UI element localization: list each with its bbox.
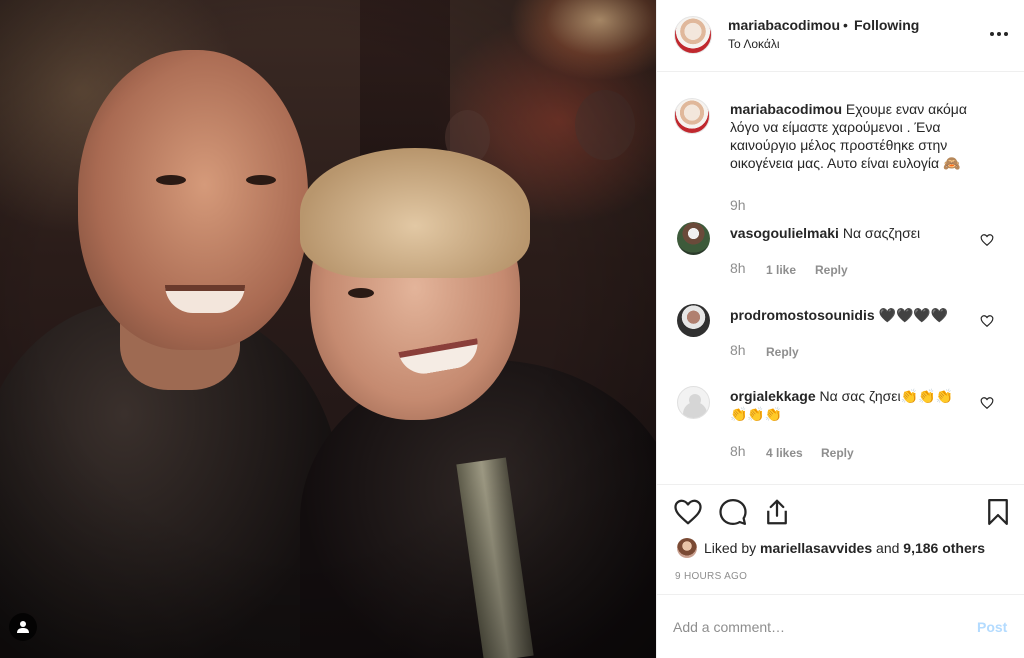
author-username[interactable]: mariabacodimou xyxy=(728,17,840,33)
comment-time[interactable]: 8h xyxy=(730,443,746,459)
photo-vignette xyxy=(0,0,656,658)
add-comment-input[interactable] xyxy=(673,613,963,641)
post-photo[interactable] xyxy=(0,0,656,658)
liked-by-text: Liked by mariellasavvides and 9,186 othe… xyxy=(704,540,985,556)
comments-list: mariabacodimou Εχουμε εναν ακόμα λόγο να… xyxy=(657,73,1024,483)
instagram-post-modal: mariabacodimou • Following Το Λοκάλι mar… xyxy=(0,0,1024,658)
liked-by-others[interactable]: 9,186 others xyxy=(903,540,985,556)
post-actions: Liked by mariellasavvides and 9,186 othe… xyxy=(657,484,1024,594)
comment-body: 🖤🖤🖤🖤 xyxy=(878,307,949,323)
bookmark-icon[interactable] xyxy=(983,497,1013,527)
caption-username[interactable]: mariabacodimou xyxy=(730,101,842,117)
caption-text: mariabacodimou Εχουμε εναν ακόμα λόγο να… xyxy=(730,100,1010,172)
caption-line: λόγο να είμαστε χαρούμενοι . Ένα xyxy=(730,119,941,135)
post-header: mariabacodimou • Following Το Λοκάλι xyxy=(657,0,1024,72)
comment-text: prodromostosounidis 🖤🖤🖤🖤 xyxy=(730,306,980,324)
caption-line: οικογένεια μας. Αυτο είναι ευλογία 🙈 xyxy=(730,155,961,171)
follow-button[interactable]: Following xyxy=(854,17,919,33)
comment-time[interactable]: 8h xyxy=(730,260,746,276)
comment-likes[interactable]: 1 like xyxy=(766,263,796,277)
post-comment-button[interactable]: Post xyxy=(977,619,1007,635)
comment-reply-button[interactable]: Reply xyxy=(821,446,854,460)
comment-avatar[interactable] xyxy=(677,304,710,337)
comment-icon[interactable] xyxy=(718,497,748,527)
comment-body: Να σαςζησει xyxy=(842,225,921,241)
header-separator: • xyxy=(843,17,848,33)
comment-like-heart-icon[interactable] xyxy=(980,314,994,328)
comment-username[interactable]: orgialekkage xyxy=(730,388,816,404)
liked-by-prefix: Liked by xyxy=(704,540,757,556)
comment-text: orgialekkage Να σας ζησει👏👏👏 👏👏👏 xyxy=(730,387,980,423)
more-options-icon[interactable] xyxy=(987,22,1011,46)
comment-time[interactable]: 8h xyxy=(730,342,746,358)
comment-like-heart-icon[interactable] xyxy=(980,233,994,247)
caption-time[interactable]: 9h xyxy=(730,197,746,213)
comment-reply-button[interactable]: Reply xyxy=(766,345,799,359)
user-tag-button[interactable] xyxy=(9,613,37,641)
add-comment-bar: Post xyxy=(657,594,1024,658)
liked-by-row: Liked by mariellasavvides and 9,186 othe… xyxy=(677,538,985,558)
caption-line: Εχουμε εναν ακόμα xyxy=(845,101,967,117)
post-location[interactable]: Το Λοκάλι xyxy=(728,37,780,51)
liked-by-joiner: and xyxy=(876,540,900,556)
comment-avatar[interactable] xyxy=(677,222,710,255)
liker-avatar[interactable] xyxy=(677,538,697,558)
comment-text: vasogoulielmaki Να σαςζησει xyxy=(730,224,980,242)
comment-reply-button[interactable]: Reply xyxy=(815,263,848,277)
comment-body-line2: 👏👏👏 xyxy=(730,406,783,422)
caption-line: καινούργιο μέλος προστέθηκε στην xyxy=(730,137,948,153)
heart-icon[interactable] xyxy=(673,497,703,527)
author-avatar[interactable] xyxy=(674,16,712,54)
post-details-panel: mariabacodimou • Following Το Λοκάλι mar… xyxy=(656,0,1024,658)
caption-avatar[interactable] xyxy=(674,98,710,134)
comment-like-heart-icon[interactable] xyxy=(980,396,994,410)
user-tag-icon xyxy=(17,621,29,633)
share-icon[interactable] xyxy=(762,497,792,527)
liker-username[interactable]: mariellasavvides xyxy=(760,540,872,556)
comment-username[interactable]: prodromostosounidis xyxy=(730,307,875,323)
comment-body: Να σας ζησει👏👏👏 xyxy=(819,388,953,404)
post-timestamp[interactable]: 9 HOURS AGO xyxy=(675,571,747,582)
comment-avatar[interactable] xyxy=(677,386,710,419)
comment-likes[interactable]: 4 likes xyxy=(766,446,803,460)
comment-username[interactable]: vasogoulielmaki xyxy=(730,225,839,241)
